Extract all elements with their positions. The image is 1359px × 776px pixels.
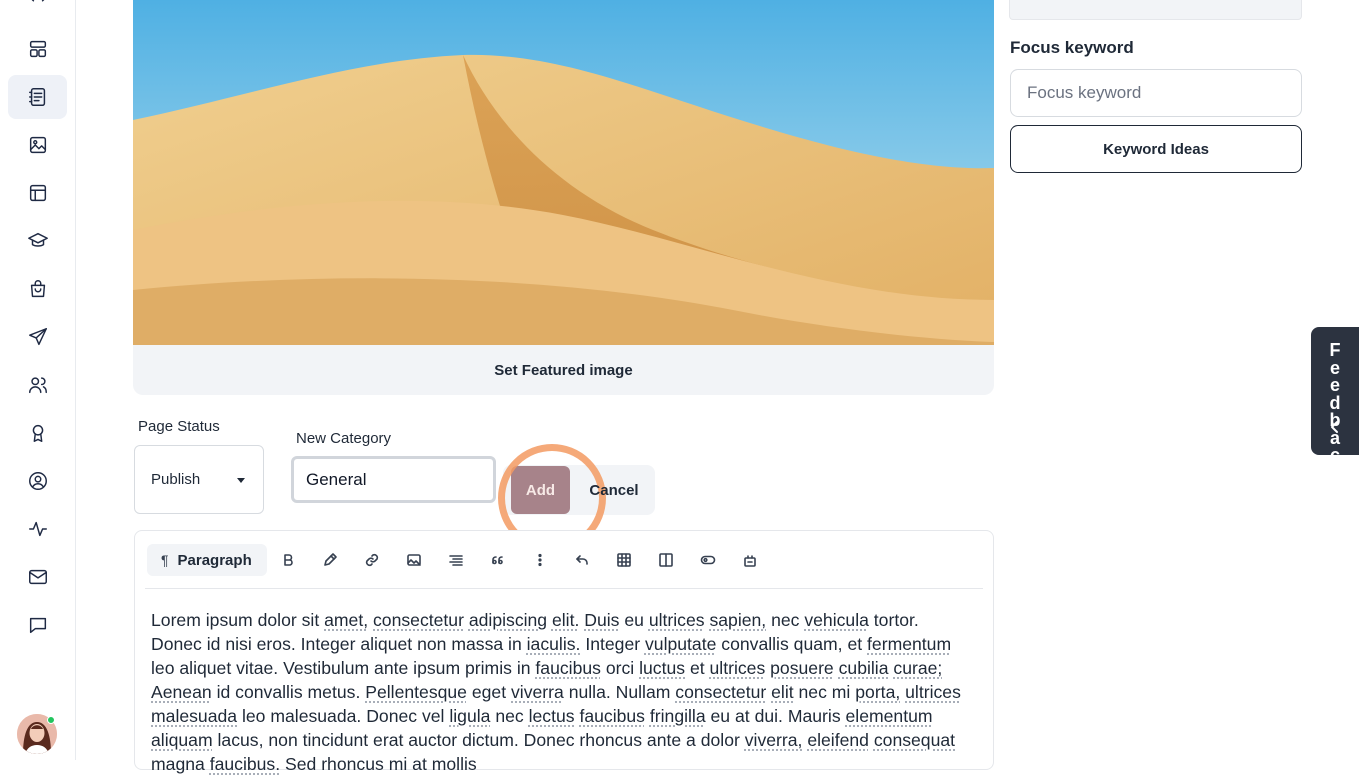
users-icon[interactable] [8,363,67,407]
focus-keyword-input[interactable]: Focus keyword [1010,69,1302,117]
media-icon[interactable] [8,123,67,167]
tag-icon[interactable] [697,549,719,571]
online-status-dot [47,716,55,724]
templates-icon[interactable] [8,171,67,215]
badge-icon[interactable] [8,411,67,455]
page-status-value: Publish [151,471,201,488]
send-icon[interactable] [8,315,67,359]
dashboard-icon[interactable] [8,27,67,71]
feedback-letter: k [1329,462,1340,483]
featured-image [133,0,994,345]
feedback-letter: c [1329,445,1340,465]
courses-icon[interactable] [8,219,67,263]
shop-icon[interactable] [8,267,67,311]
plugin-icon[interactable] [739,549,761,571]
caret-down-icon [237,478,245,483]
cancel-category-button[interactable]: Cancel [580,466,648,514]
feedback-letter: F [1329,340,1341,360]
featured-image-panel: Set Featured image [133,0,994,395]
block-type-button[interactable]: ¶ Paragraph [147,544,267,576]
feedback-letter: e [1329,375,1340,395]
bold-icon[interactable] [277,549,299,571]
chat-icon[interactable] [8,603,67,647]
focus-keyword-label: Focus keyword [1010,38,1134,57]
mail-icon[interactable] [8,555,67,599]
columns-icon[interactable] [655,549,677,571]
more-icon[interactable] [529,549,551,571]
editor-body-text[interactable]: Lorem ipsum dolor sit amet, consectetur … [151,608,971,776]
activity-icon[interactable] [8,507,67,551]
add-category-button[interactable]: Add [511,466,570,514]
table-icon[interactable] [613,549,635,571]
content-editor: ¶ Paragraph Lorem ipsum dolor sit amet, … [134,530,994,774]
block-type-label: Paragraph [177,551,252,569]
align-icon[interactable] [445,549,467,571]
pages-icon[interactable] [8,75,67,119]
quote-icon[interactable] [487,549,509,571]
undo-icon[interactable] [571,549,593,571]
feedback-tab[interactable]: F e e d b a c k [1311,327,1359,481]
page-status-label: Page Status [138,418,220,435]
keyword-ideas-button[interactable]: Keyword Ideas [1010,125,1302,173]
feedback-label: F e e d b a c k [1311,340,1359,483]
page-status-select[interactable]: Publish [134,445,264,514]
sidebar [0,0,76,760]
code-icon[interactable] [8,0,67,20]
profile-icon[interactable] [8,459,67,503]
new-category-input[interactable] [291,456,496,503]
set-featured-image-button[interactable]: Set Featured image [133,345,994,395]
image-icon[interactable] [403,549,425,571]
seo-panel-top [1009,0,1302,20]
pilcrow-icon: ¶ [161,552,169,568]
editor-toolbar: ¶ Paragraph [145,543,983,589]
link-icon[interactable] [361,549,383,571]
new-category-label: New Category [296,430,392,447]
highlighter-icon[interactable] [319,549,341,571]
chevron-left-icon [1331,421,1338,433]
